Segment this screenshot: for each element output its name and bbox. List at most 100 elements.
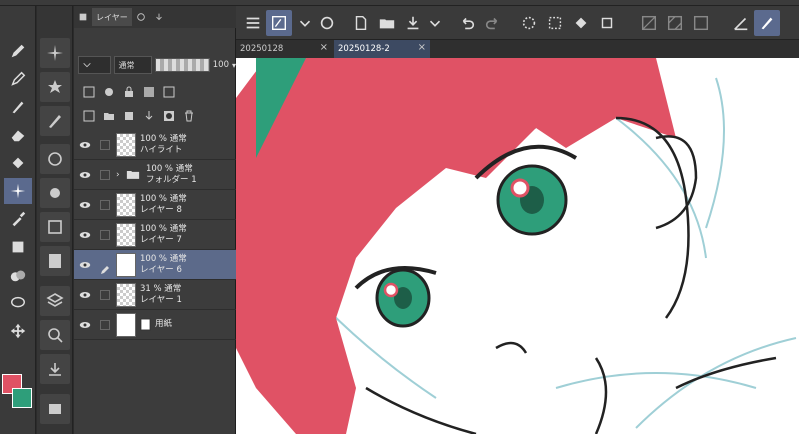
animation-tab[interactable] bbox=[150, 8, 168, 26]
layer-name: 用紙 bbox=[155, 319, 173, 329]
new-raster-layer-icon[interactable] bbox=[82, 109, 96, 123]
hatch-alt-icon[interactable] bbox=[662, 10, 688, 36]
visibility-eye-icon[interactable] bbox=[74, 280, 96, 310]
fill-bucket-icon[interactable] bbox=[568, 10, 594, 36]
reference-icon[interactable] bbox=[102, 85, 116, 99]
undo-icon[interactable] bbox=[454, 10, 480, 36]
sub-tool-star-icon[interactable] bbox=[40, 72, 70, 102]
opacity-slider[interactable] bbox=[154, 58, 210, 72]
edit-mode-icon[interactable] bbox=[266, 10, 292, 36]
layer-search-tab[interactable] bbox=[132, 8, 150, 26]
layer-opacity-mode: 100 % 通常 bbox=[140, 223, 187, 234]
film-icon[interactable] bbox=[40, 246, 70, 276]
redo-icon[interactable] bbox=[480, 10, 506, 36]
lock-icon[interactable] bbox=[122, 85, 136, 99]
selection-dashed-icon[interactable] bbox=[542, 10, 568, 36]
tool-palette bbox=[0, 6, 36, 434]
ruler-icon[interactable] bbox=[728, 10, 754, 36]
pen-tool-icon[interactable] bbox=[4, 38, 32, 64]
lasso-tool-icon[interactable] bbox=[4, 290, 32, 316]
layer-row-highlight[interactable]: 100 % 通常 ハイライト bbox=[74, 130, 236, 160]
blend-tool-icon[interactable] bbox=[4, 262, 32, 288]
layer-action-row bbox=[74, 106, 236, 126]
fill-tool-icon[interactable] bbox=[4, 150, 32, 176]
clip-icon[interactable] bbox=[82, 85, 96, 99]
tab-canvas-1[interactable]: 20250128 × bbox=[236, 40, 332, 58]
layer-row-6[interactable]: 100 % 通常 レイヤー 6 bbox=[74, 250, 236, 280]
layer-checkbox[interactable] bbox=[100, 229, 110, 240]
layer-row-paper[interactable]: 用紙 bbox=[74, 310, 236, 340]
navigator-icon[interactable] bbox=[40, 144, 70, 174]
new-vector-layer-icon[interactable] bbox=[122, 109, 136, 123]
paper-icon bbox=[140, 318, 151, 331]
layer-thumbnail bbox=[116, 312, 136, 337]
blend-mode-select[interactable]: 通常 bbox=[114, 56, 152, 74]
loading-spinner-icon[interactable] bbox=[516, 10, 542, 36]
layer-property-tab[interactable] bbox=[74, 8, 92, 26]
layer-checkbox[interactable] bbox=[100, 319, 110, 330]
move-tool-icon[interactable] bbox=[4, 318, 32, 344]
close-icon[interactable]: × bbox=[320, 42, 328, 53]
history-icon[interactable] bbox=[40, 394, 70, 424]
close-icon[interactable]: × bbox=[418, 42, 426, 53]
layer-checkbox[interactable] bbox=[100, 169, 110, 180]
layer-thumbnail bbox=[116, 132, 136, 157]
visibility-eye-icon[interactable] bbox=[74, 310, 96, 340]
property-icon[interactable] bbox=[40, 212, 70, 242]
layer-opacity-mode: 100 % 通常 bbox=[140, 193, 187, 204]
drawing-canvas[interactable] bbox=[236, 58, 799, 434]
merge-layer-icon[interactable] bbox=[142, 109, 156, 123]
sub-color-swatch[interactable] bbox=[12, 388, 32, 408]
rotate-icon[interactable] bbox=[40, 178, 70, 208]
layer-name: レイヤー 8 bbox=[140, 204, 182, 215]
tab-canvas-2[interactable]: 20250128-2 × bbox=[334, 40, 430, 58]
new-folder-icon[interactable] bbox=[102, 109, 116, 123]
hatch-icon[interactable] bbox=[636, 10, 662, 36]
chevron-down-icon[interactable] bbox=[422, 10, 448, 36]
hamburger-menu-icon[interactable] bbox=[240, 10, 266, 36]
text-tool-icon[interactable] bbox=[4, 234, 32, 260]
swirl-icon[interactable] bbox=[314, 10, 340, 36]
brush-tool-icon[interactable] bbox=[4, 94, 32, 120]
visibility-eye-icon[interactable] bbox=[74, 130, 96, 160]
chevron-right-icon[interactable]: › bbox=[116, 170, 126, 180]
eyedropper-tool-icon[interactable] bbox=[4, 206, 32, 232]
sub-tool-brush-icon[interactable] bbox=[40, 106, 70, 136]
visibility-eye-icon[interactable] bbox=[74, 160, 96, 190]
tab-layer[interactable]: レイヤー bbox=[92, 8, 132, 26]
layer-checkbox[interactable] bbox=[100, 139, 110, 150]
folder-icon bbox=[126, 171, 140, 179]
pen-edit-icon[interactable] bbox=[100, 260, 110, 274]
layer-row-7[interactable]: 100 % 通常 レイヤー 7 bbox=[74, 220, 236, 250]
new-file-icon[interactable] bbox=[348, 10, 374, 36]
trash-icon[interactable] bbox=[182, 109, 196, 123]
layer-name: レイヤー 1 bbox=[140, 294, 182, 305]
open-folder-icon[interactable] bbox=[374, 10, 400, 36]
layer-thumbnail bbox=[116, 252, 136, 277]
mask-icon[interactable] bbox=[162, 85, 176, 99]
grid-icon[interactable] bbox=[688, 10, 714, 36]
visibility-eye-icon[interactable] bbox=[74, 220, 96, 250]
layer-row-1[interactable]: 31 % 通常 レイヤー 1 bbox=[74, 280, 236, 310]
pencil-tool-icon[interactable] bbox=[4, 66, 32, 92]
chevron-down-icon bbox=[83, 63, 91, 68]
export-icon[interactable] bbox=[40, 354, 70, 384]
visibility-eye-icon[interactable] bbox=[74, 190, 96, 220]
layer-property-icon bbox=[79, 13, 87, 21]
layer-row-8[interactable]: 100 % 通常 レイヤー 8 bbox=[74, 190, 236, 220]
layer-stack-icon[interactable] bbox=[40, 286, 70, 316]
brush-stabilizer-icon[interactable] bbox=[754, 10, 780, 36]
apply-mask-icon[interactable] bbox=[162, 109, 176, 123]
visibility-eye-icon[interactable] bbox=[74, 250, 96, 280]
layer-checkbox[interactable] bbox=[100, 199, 110, 210]
sub-tool-sparkle-icon[interactable] bbox=[40, 38, 70, 68]
lock-transparency-icon[interactable] bbox=[142, 85, 156, 99]
transform-icon[interactable] bbox=[594, 10, 620, 36]
sparkle-tool-icon[interactable] bbox=[4, 178, 32, 204]
layer-color-select[interactable] bbox=[78, 56, 112, 74]
layer-opacity-mode: 100 % 通常 bbox=[140, 133, 187, 144]
layer-row-folder[interactable]: › 100 % 通常 フォルダー 1 bbox=[74, 160, 236, 190]
search-layer-icon[interactable] bbox=[40, 320, 70, 350]
eraser-tool-icon[interactable] bbox=[4, 122, 32, 148]
layer-checkbox[interactable] bbox=[100, 289, 110, 300]
